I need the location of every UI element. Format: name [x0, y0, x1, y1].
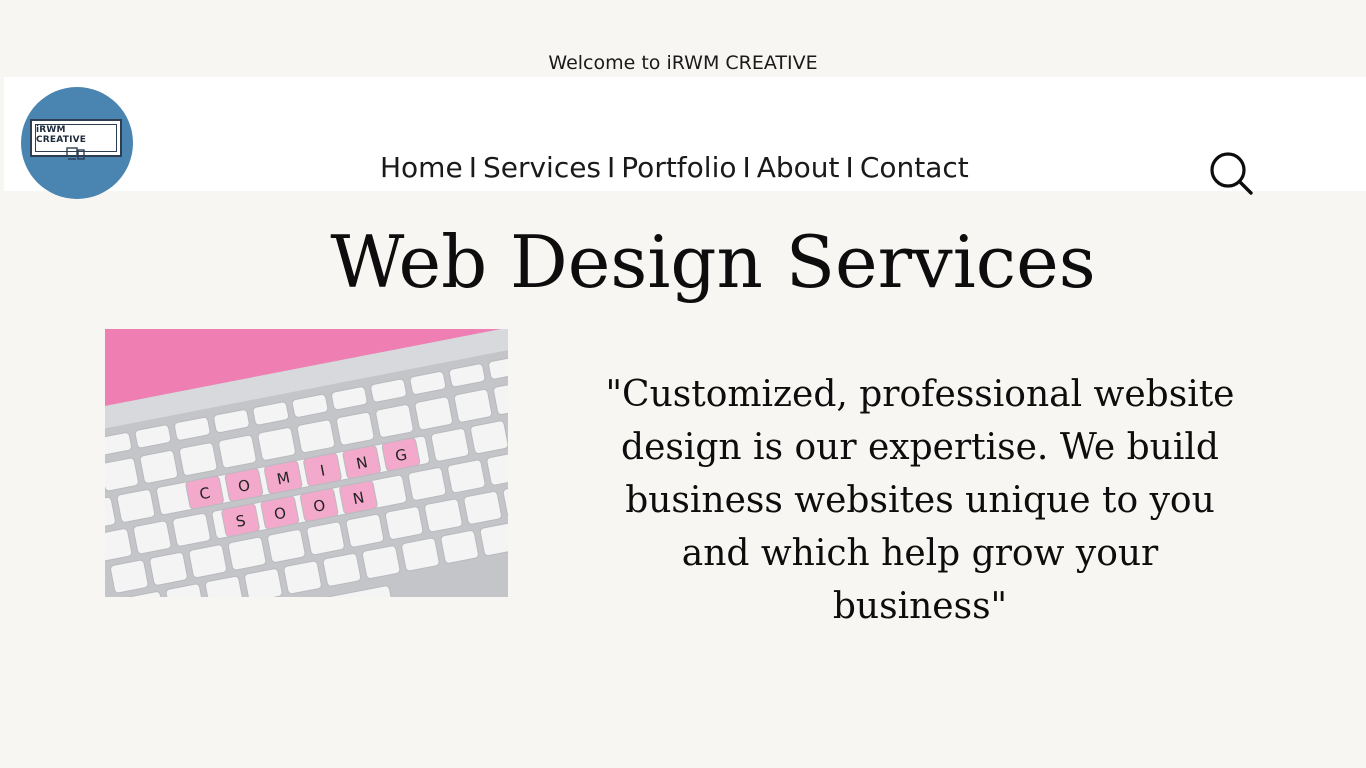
keyboard-key: [306, 521, 345, 556]
keyboard-key: [322, 553, 362, 587]
keyboard-key: [116, 489, 156, 523]
main-nav: Home I Services I Portfolio I About I Contact: [380, 151, 969, 184]
keyboard-key: [227, 536, 267, 571]
page-title: Web Design Services: [330, 220, 1096, 304]
keyboard-key: [424, 498, 463, 533]
keyboard-key: [188, 544, 227, 579]
keyboard-key: [139, 450, 179, 484]
keyboard-key: [105, 457, 139, 492]
search-icon[interactable]: [1208, 150, 1254, 196]
nav-separator: I: [468, 151, 477, 184]
services-quote: "Customized, professional website design…: [605, 374, 1235, 627]
keyboard-key: [440, 530, 479, 564]
nav-portfolio[interactable]: Portfolio: [621, 151, 736, 184]
keyboard-key: [133, 520, 172, 555]
keyboard-key: [453, 388, 493, 423]
keyboard-key: [430, 428, 470, 462]
keyboard-key: [362, 545, 401, 579]
keyboard-key: [283, 560, 322, 595]
top-bar: Welcome to iRWM CREATIVE: [0, 0, 1366, 77]
nav-home[interactable]: Home: [380, 151, 463, 184]
keyboard-key: [384, 506, 424, 540]
keyboard-key: [267, 529, 306, 563]
keyboard-key: [336, 411, 375, 446]
nav-separator: I: [845, 151, 854, 184]
keyboard-key: [463, 491, 502, 525]
welcome-text: Welcome to iRWM CREATIVE: [548, 52, 818, 74]
keyboard-key: [375, 404, 414, 438]
keyboard-key: [345, 513, 385, 548]
nav-contact[interactable]: Contact: [860, 151, 969, 184]
nav-about[interactable]: About: [757, 151, 840, 184]
keyboard-key: [110, 559, 149, 594]
keyboard-key: [447, 459, 486, 494]
keyboard-key: [296, 419, 336, 454]
site-logo[interactable]: iRWM CREATIVE: [21, 87, 133, 199]
keyboard-key: [218, 434, 257, 469]
keyboard-key: [172, 512, 211, 547]
logo-text: iRWM CREATIVE: [36, 125, 87, 145]
hero-image-keyboard: COMINGSOON: [105, 329, 508, 597]
devices-icon: [66, 147, 85, 160]
keyboard-key: [257, 427, 296, 461]
keyboard-key: [407, 467, 447, 501]
keyboard-key: [470, 420, 508, 455]
keyboard-key: [414, 396, 453, 431]
keyboard-key: [178, 442, 218, 477]
nav-separator: I: [607, 151, 616, 184]
nav-services[interactable]: Services: [483, 151, 601, 184]
keyboard-key: [149, 552, 188, 586]
keyboard-illustration: C O M I N GS O O N: [105, 329, 508, 597]
keyboard-key: [401, 537, 440, 572]
nav-separator: I: [742, 151, 751, 184]
